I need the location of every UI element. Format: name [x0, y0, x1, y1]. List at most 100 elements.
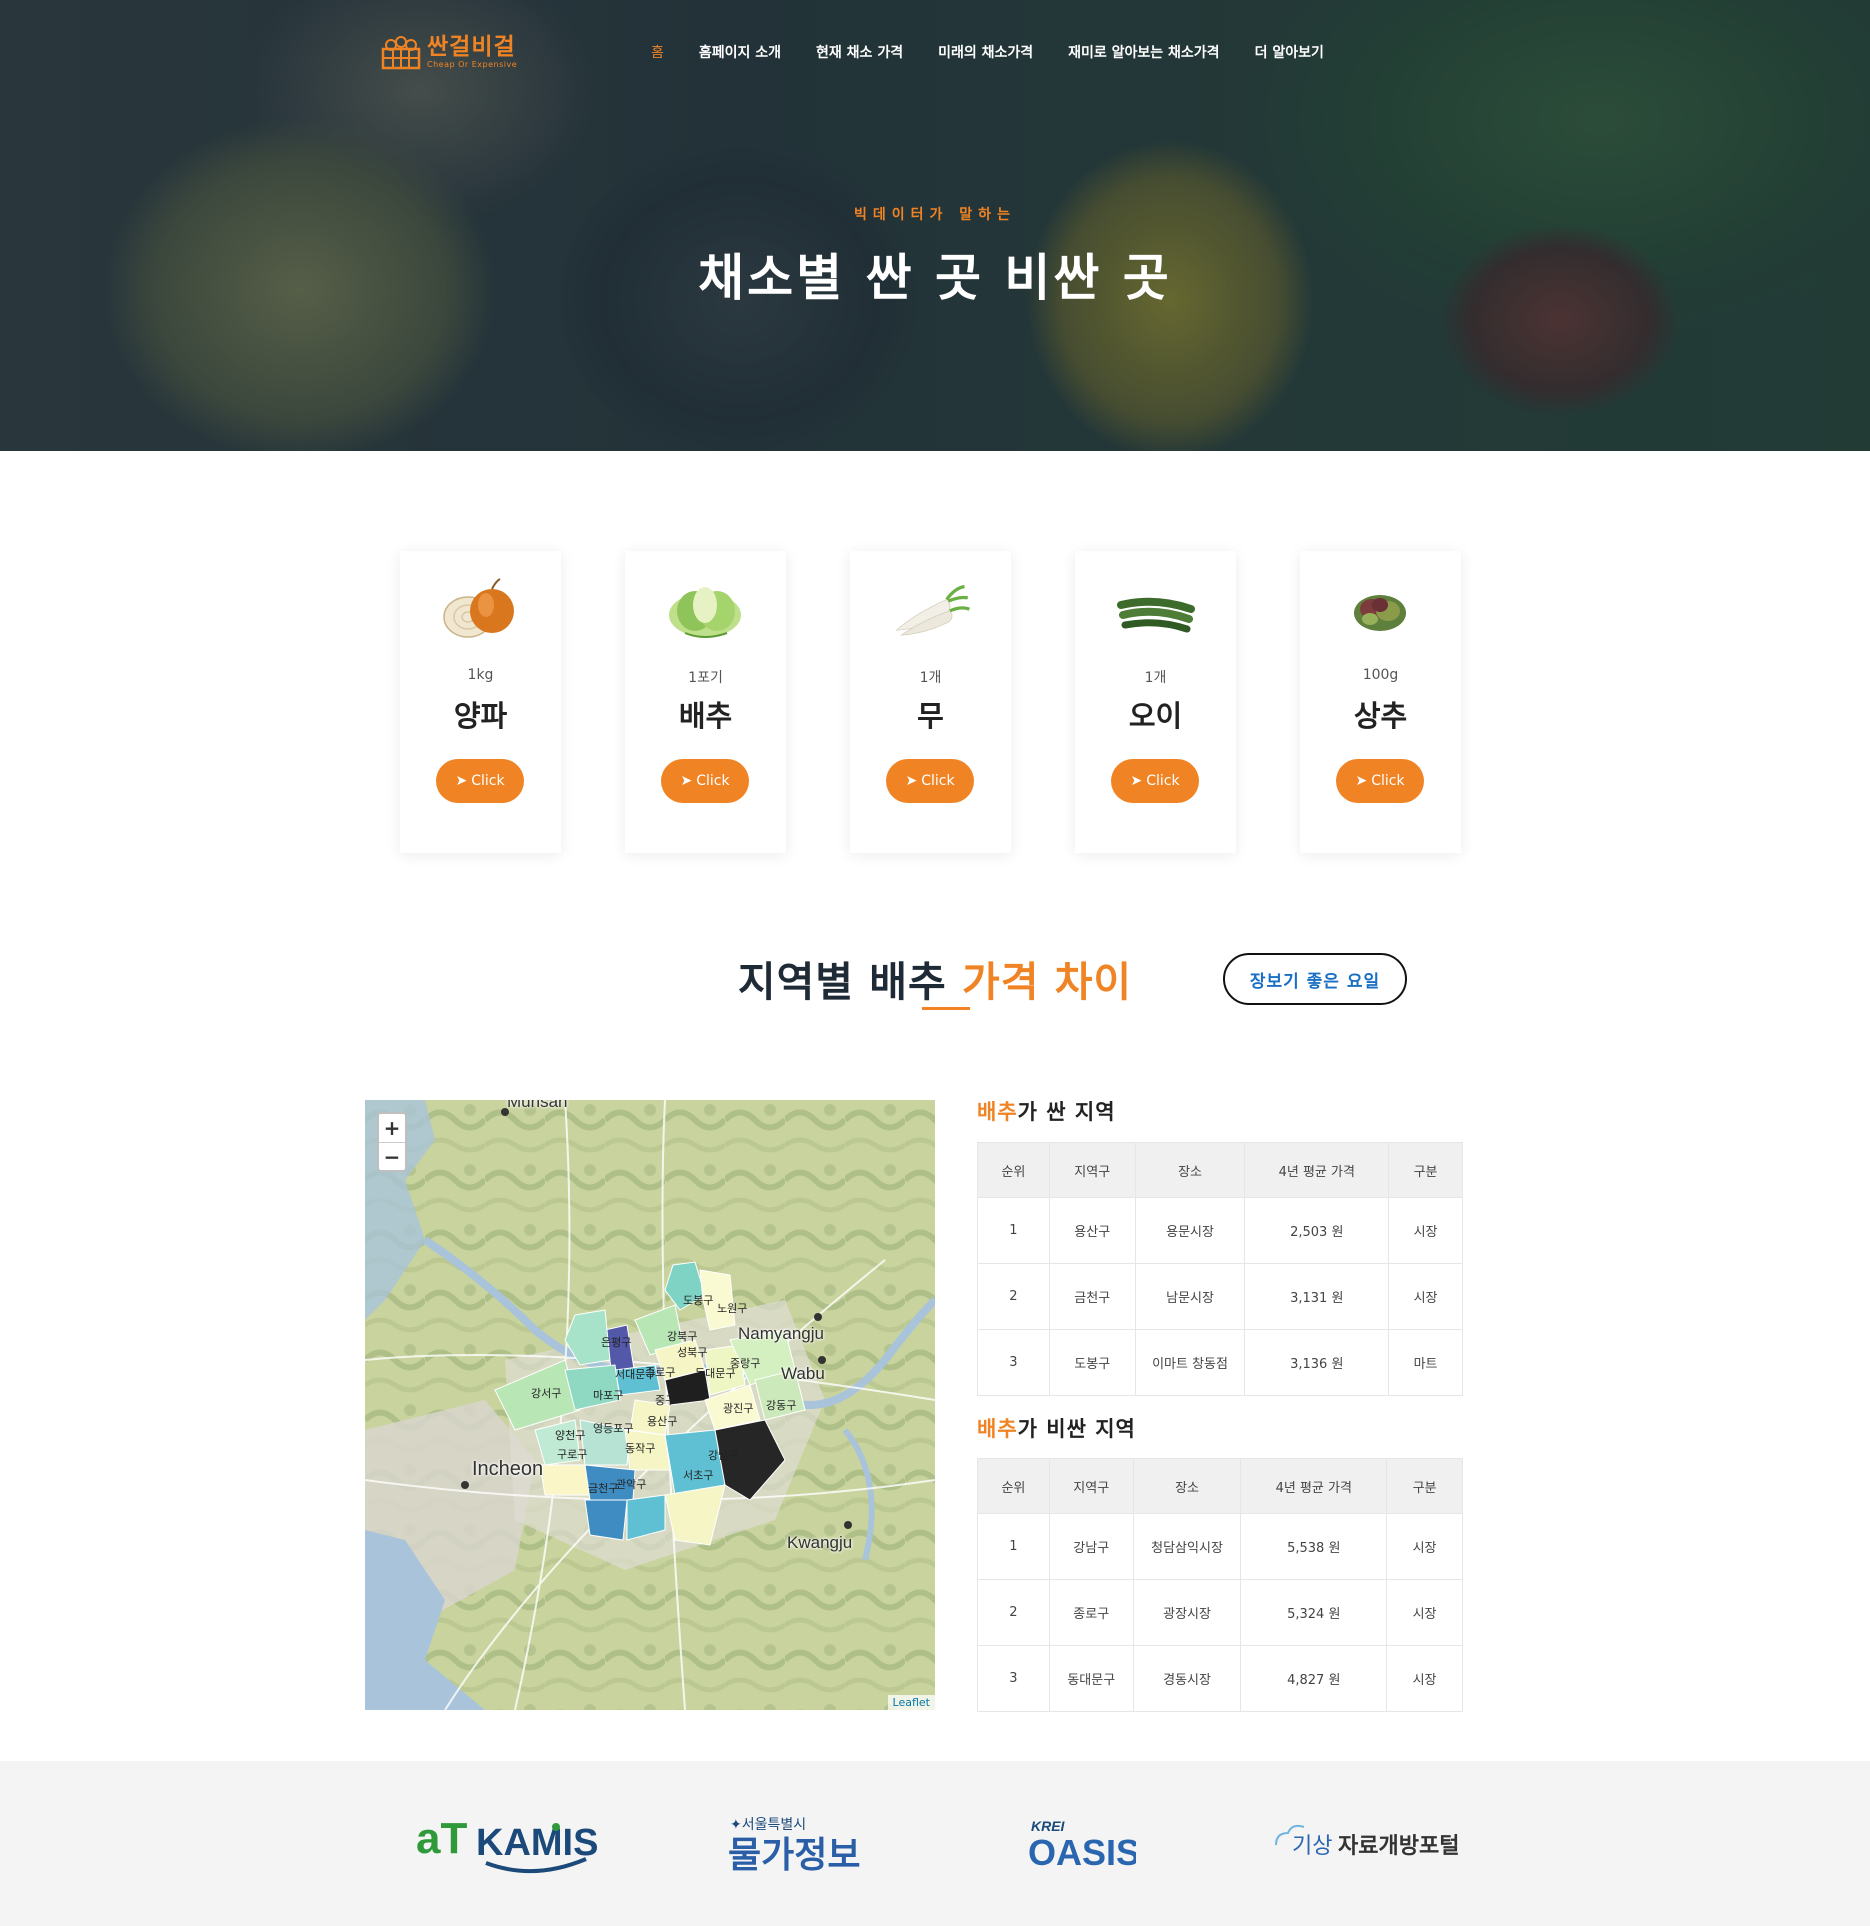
- expensive-table-title: 배추가 비싼 지역: [977, 1413, 1136, 1443]
- table-row: 1 용산구 용문시장 2,503 원 시장: [977, 1197, 1463, 1264]
- site-logo[interactable]: 싼걸비걸 Cheap Or Expensive: [381, 34, 517, 70]
- district-label: 용산구: [647, 1415, 678, 1428]
- col-place: 장소: [1132, 1458, 1242, 1514]
- cheap-title-vegetable: 배추: [977, 1100, 1018, 1124]
- logo-subtitle: Cheap Or Expensive: [427, 59, 518, 69]
- district-label: 중랑구: [730, 1357, 761, 1370]
- district-label: 강북구: [667, 1330, 698, 1343]
- click-button[interactable]: ➤ Click: [436, 759, 524, 803]
- hero-title: 채소별 싼 곳 비싼 곳: [698, 249, 1172, 307]
- cursor-icon: ➤: [1355, 773, 1368, 789]
- radish-icon: [890, 575, 971, 645]
- cell-type: 시장: [1388, 1197, 1463, 1264]
- district-label: 금천구: [588, 1482, 619, 1495]
- district-label: 노원구: [717, 1302, 748, 1315]
- vegetable-cards: 1kg 양파 ➤ Click 1포기 배추 ➤ Click 1개 무 ➤ Cli…: [400, 551, 1462, 853]
- nav-about[interactable]: 홈페이지 소개: [699, 42, 781, 62]
- map-attribution[interactable]: Leaflet: [887, 1695, 935, 1710]
- expensive-title-text: 가 비싼 지역: [1017, 1417, 1136, 1441]
- table-header-row: 순위 지역구 장소 4년 평균 가격 구분: [977, 1142, 1463, 1198]
- table-row: 1 강남구 청담삼익시장 5,538 원 시장: [977, 1513, 1463, 1580]
- cheap-title-text: 가 싼 지역: [1017, 1100, 1116, 1124]
- cell-place: 경동시장: [1132, 1645, 1242, 1712]
- cursor-icon: ➤: [680, 773, 693, 789]
- map-tiles: [365, 1100, 935, 1710]
- nav-fun-prices[interactable]: 재미로 알아보는 채소가격: [1068, 42, 1219, 62]
- cell-rank: 1: [977, 1513, 1050, 1580]
- cell-type: 시장: [1386, 1513, 1463, 1580]
- krei-oasis-logo[interactable]: KREI OASIS: [1026, 1761, 1136, 1926]
- click-button[interactable]: ➤ Click: [661, 759, 749, 803]
- zoom-out-button[interactable]: −: [379, 1142, 405, 1170]
- card-radish: 1개 무 ➤ Click: [850, 551, 1011, 853]
- district-label: 구로구: [557, 1448, 588, 1461]
- cell-place: 남문시장: [1134, 1263, 1246, 1330]
- district-label: 서초구: [683, 1469, 714, 1482]
- table-row: 2 금천구 남문시장 3,131 원 시장: [977, 1263, 1463, 1330]
- section-title: 지역별 배추 가격 차이: [0, 948, 1870, 1008]
- cucumber-icon: [1115, 575, 1196, 645]
- svg-text:자료개방포털: 자료개방포털: [1338, 1834, 1459, 1859]
- click-label: Click: [921, 773, 955, 789]
- card-unit: 100g: [1362, 667, 1399, 683]
- shopping-day-button[interactable]: 장보기 좋은 요일: [1223, 953, 1407, 1005]
- click-button[interactable]: ➤ Click: [886, 759, 974, 803]
- col-avg-price: 4년 평균 가격: [1244, 1142, 1390, 1198]
- col-district: 지역구: [1048, 1458, 1134, 1514]
- cell-type: 시장: [1386, 1645, 1463, 1712]
- cell-type: 시장: [1388, 1263, 1463, 1330]
- partner-footer: aT KAMIS ✦서울특별시 물가정보 KREI OASIS 기상 자료개방포…: [0, 1761, 1870, 1926]
- col-rank: 순위: [977, 1458, 1050, 1514]
- cell-place: 용문시장: [1134, 1197, 1246, 1264]
- svg-text:OASIS: OASIS: [1028, 1832, 1136, 1873]
- district-label: 성북구: [677, 1346, 708, 1359]
- click-label: Click: [471, 773, 505, 789]
- col-district: 지역구: [1048, 1142, 1136, 1198]
- district-map[interactable]: + − Leaflet Munsan Namyangju Wabu Incheo…: [365, 1100, 935, 1710]
- cell-price: 3,131 원: [1244, 1263, 1390, 1330]
- cell-district: 강남구: [1048, 1513, 1134, 1580]
- click-button[interactable]: ➤ Click: [1111, 759, 1199, 803]
- district-label: 양천구: [555, 1429, 586, 1442]
- district-label: 마포구: [593, 1389, 624, 1402]
- lettuce-icon: [1340, 575, 1421, 645]
- click-button[interactable]: ➤ Click: [1336, 759, 1424, 803]
- cell-district: 금천구: [1048, 1263, 1136, 1330]
- weather-data-portal-logo[interactable]: 기상 자료개방포털: [1272, 1761, 1462, 1926]
- cell-rank: 3: [977, 1329, 1050, 1396]
- nav-home[interactable]: 홈: [651, 42, 664, 62]
- district-label: 영등포구: [593, 1422, 634, 1435]
- nav-current-prices[interactable]: 현재 채소 가격: [816, 42, 903, 62]
- card-name: 무: [917, 699, 944, 733]
- district-label: 중구: [655, 1394, 676, 1407]
- svg-text:기상: 기상: [1292, 1834, 1332, 1859]
- svg-text:✦서울특별시: ✦서울특별시: [730, 1817, 806, 1833]
- place-label: Incheon: [472, 1458, 544, 1480]
- zoom-in-button[interactable]: +: [379, 1114, 405, 1142]
- hero-banner: 싼걸비걸 Cheap Or Expensive 홈 홈페이지 소개 현재 채소 …: [0, 0, 1870, 451]
- svg-text:물가정보: 물가정보: [728, 1835, 860, 1876]
- svg-text:aT: aT: [416, 1814, 467, 1863]
- card-unit: 1kg: [467, 667, 494, 683]
- cell-price: 5,538 원: [1240, 1513, 1388, 1580]
- cell-price: 2,503 원: [1244, 1197, 1390, 1264]
- card-unit: 1포기: [688, 670, 723, 686]
- card-name: 오이: [1128, 699, 1183, 733]
- cheap-region-table: 순위 지역구 장소 4년 평균 가격 구분 1 용산구 용문시장 2,503 원…: [977, 1142, 1463, 1396]
- card-lettuce: 100g 상추 ➤ Click: [1300, 551, 1461, 853]
- place-label: Kwangju: [787, 1533, 853, 1552]
- cell-place: 광장시장: [1132, 1579, 1242, 1646]
- kamis-logo[interactable]: aT KAMIS: [414, 1761, 604, 1926]
- cell-price: 4,827 원: [1240, 1645, 1388, 1712]
- section-underline: [922, 1007, 970, 1010]
- cell-district: 도봉구: [1048, 1329, 1136, 1396]
- card-name: 양파: [453, 699, 508, 733]
- col-type: 구분: [1386, 1458, 1463, 1514]
- cell-type: 시장: [1386, 1579, 1463, 1646]
- nav-more[interactable]: 더 알아보기: [1255, 42, 1324, 62]
- cheap-table-title: 배추가 싼 지역: [977, 1096, 1116, 1126]
- district-label: 강서구: [531, 1387, 562, 1400]
- seoul-price-logo[interactable]: ✦서울특별시 물가정보: [726, 1761, 861, 1926]
- district-label: 은평구: [601, 1336, 632, 1349]
- nav-future-prices[interactable]: 미래의 채소가격: [938, 42, 1033, 62]
